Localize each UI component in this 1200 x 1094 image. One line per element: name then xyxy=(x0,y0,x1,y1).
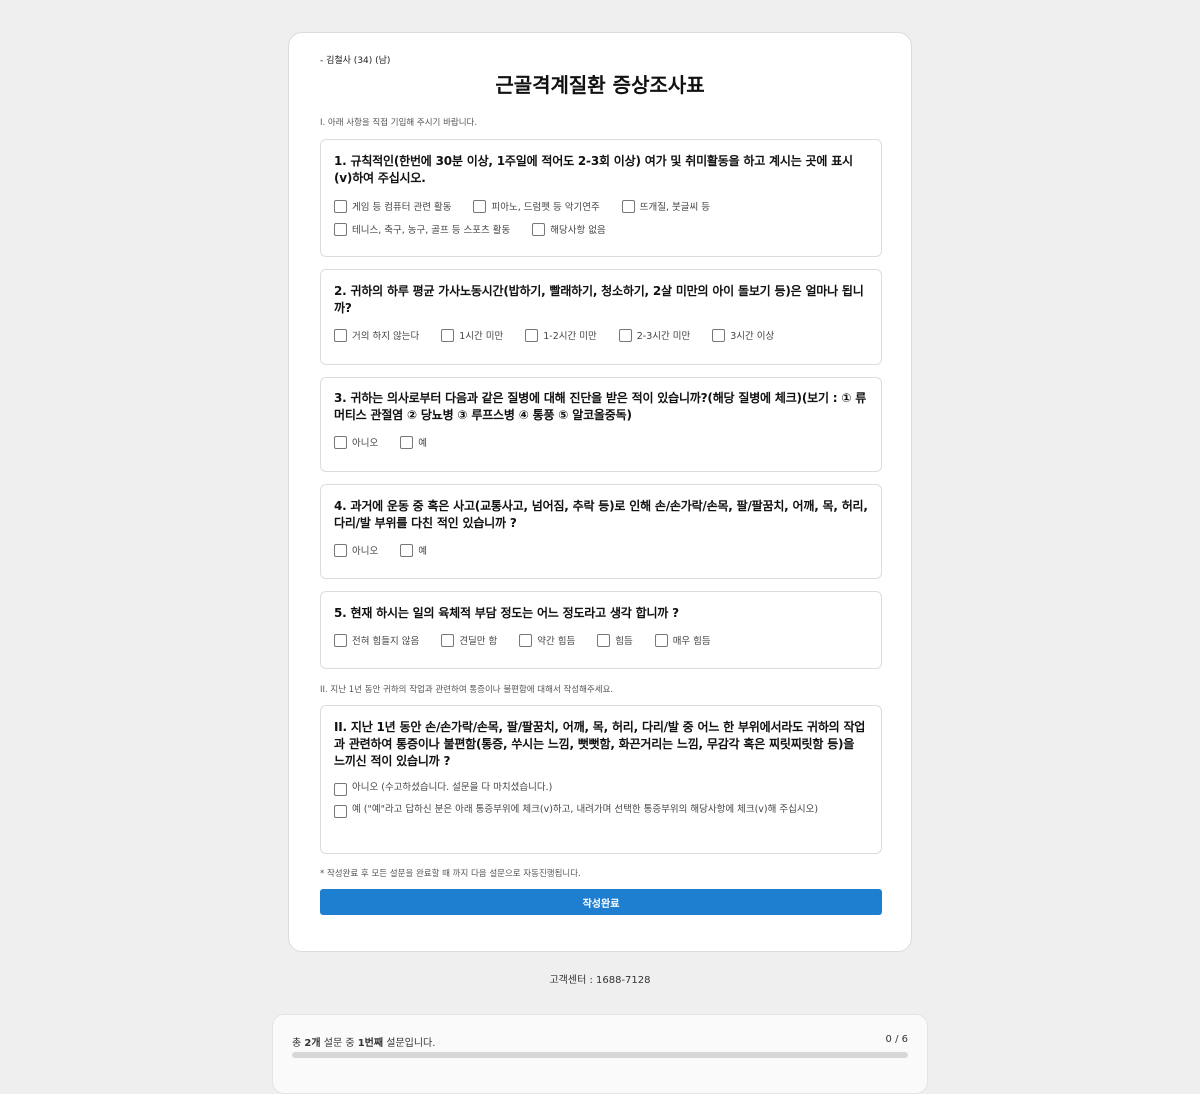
progress-text: 총 2개 설문 중 1번째 설문입니다. xyxy=(292,1038,436,1049)
section2-note: II. 지난 1년 동안 귀하의 작업과 관련하여 통증이나 불편함에 대해서 … xyxy=(320,685,614,695)
q5-option-not-hard[interactable]: 전혀 힘들지 않음 xyxy=(334,633,419,647)
checkbox[interactable] xyxy=(618,328,632,342)
checkbox[interactable] xyxy=(525,328,539,342)
checkbox[interactable] xyxy=(400,543,414,557)
q1-option-sports[interactable]: 테니스, 축구, 농구, 골프 등 스포츠 활동 xyxy=(334,222,510,236)
question-4: 4. 과거에 운동 중 혹은 사고(교통사고, 넘어짐, 추락 등)로 인해 손… xyxy=(320,484,882,579)
section1-note: I. 아래 사항을 직접 기입해 주시기 바랍니다. xyxy=(320,118,478,128)
q2-option-1-2h[interactable]: 1-2시간 미만 xyxy=(525,328,597,342)
question-3-text: 3. 귀하는 의사로부터 다음과 같은 질병에 대해 진단을 받은 적이 있습니… xyxy=(334,391,867,422)
q5-option-hard[interactable]: 힘듬 xyxy=(597,633,633,647)
progress-count: 0 / 6 xyxy=(885,1034,908,1045)
q5-option-very-hard[interactable]: 매우 힘듬 xyxy=(654,633,711,647)
q1-option-knitting[interactable]: 뜨개질, 붓글씨 등 xyxy=(621,199,710,213)
survey-card: - 김철사 (34) (남) 근골격계질환 증상조사표 I. 아래 사항을 직접… xyxy=(288,32,912,952)
q1-option-none[interactable]: 해당사항 없음 xyxy=(532,222,606,236)
question-6-text: II. 지난 1년 동안 손/손가락/손목, 팔/팔꿈치, 어깨, 목, 허리,… xyxy=(334,720,866,768)
checkbox[interactable] xyxy=(473,199,487,213)
question-5-options: 전혀 힘들지 않음 견딜만 함 약간 힘듬 힘듬 매우 힘듬 xyxy=(334,632,868,648)
question-6: II. 지난 1년 동안 손/손가락/손목, 팔/팔꿈치, 어깨, 목, 허리,… xyxy=(320,705,882,854)
submit-button[interactable]: 작성완료 xyxy=(320,889,882,915)
q1-option-computer[interactable]: 게임 등 컴퓨터 관련 활동 xyxy=(334,199,451,213)
progress-bar xyxy=(292,1052,908,1058)
question-1-options: 게임 등 컴퓨터 관련 활동 피아노, 드럼펫 등 악기연주 뜨개질, 붓글씨 … xyxy=(334,198,868,237)
q2-option-over-3h[interactable]: 3시간 이상 xyxy=(712,328,774,342)
q2-option-almost-none[interactable]: 거의 하지 않는다 xyxy=(334,328,419,342)
question-3-options: 아니오 예 xyxy=(334,434,868,450)
q4-option-no[interactable]: 아니오 xyxy=(334,543,378,557)
question-2: 2. 귀하의 하루 평균 가사노동시간(밥하기, 빨래하기, 청소하기, 2살 … xyxy=(320,269,882,365)
checkbox[interactable] xyxy=(532,222,546,236)
checkbox[interactable] xyxy=(334,633,347,647)
question-1-text: 1. 규칙적인(한번에 30분 이상, 1주일에 적어도 2-3회 이상) 여가… xyxy=(334,154,853,185)
checkbox[interactable] xyxy=(334,222,347,236)
question-3: 3. 귀하는 의사로부터 다음과 같은 질병에 대해 진단을 받은 적이 있습니… xyxy=(320,377,882,472)
question-6-options: 아니오 (수고하셨습니다. 설문을 다 마치셨습니다.) 예 ("예"라고 답하… xyxy=(334,782,868,818)
checkbox[interactable] xyxy=(519,633,533,647)
question-5: 5. 현재 하시는 일의 육체적 부담 정도는 어느 정도라고 생각 합니까 ?… xyxy=(320,591,882,669)
q6-option-yes[interactable]: 예 ("예"라고 답하신 분은 아래 통증부위에 체크(v)하고, 내려가며 선… xyxy=(334,804,834,818)
question-2-text: 2. 귀하의 하루 평균 가사노동시간(밥하기, 빨래하기, 청소하기, 2살 … xyxy=(334,284,864,315)
q6-option-no[interactable]: 아니오 (수고하셨습니다. 설문을 다 마치셨습니다.) xyxy=(334,782,868,796)
checkbox[interactable] xyxy=(334,805,347,818)
checkbox[interactable] xyxy=(441,633,455,647)
q4-option-yes[interactable]: 예 xyxy=(400,543,427,557)
checkbox[interactable] xyxy=(597,633,611,647)
checkbox[interactable] xyxy=(334,783,347,796)
checkbox[interactable] xyxy=(400,435,414,449)
customer-center: 고객센터 : 1688-7128 xyxy=(549,975,651,986)
checkbox[interactable] xyxy=(334,543,347,557)
checkbox[interactable] xyxy=(654,633,668,647)
page-title: 근골격계질환 증상조사표 xyxy=(495,73,705,97)
checkbox[interactable] xyxy=(712,328,726,342)
question-2-options: 거의 하지 않는다 1시간 미만 1-2시간 미만 2-3시간 미만 3시간 이… xyxy=(334,327,868,343)
q3-option-yes[interactable]: 예 xyxy=(400,435,427,449)
question-4-options: 아니오 예 xyxy=(334,542,868,558)
question-5-text: 5. 현재 하시는 일의 육체적 부담 정도는 어느 정도라고 생각 합니까 ? xyxy=(334,606,679,620)
progress-panel: 총 2개 설문 중 1번째 설문입니다. 0 / 6 xyxy=(272,1014,928,1094)
q1-option-instrument[interactable]: 피아노, 드럼펫 등 악기연주 xyxy=(473,199,600,213)
checkbox[interactable] xyxy=(441,328,455,342)
q2-option-under-1h[interactable]: 1시간 미만 xyxy=(441,328,503,342)
q5-option-bearable[interactable]: 견딜만 함 xyxy=(441,633,497,647)
question-1: 1. 규칙적인(한번에 30분 이상, 1주일에 적어도 2-3회 이상) 여가… xyxy=(320,139,882,257)
auto-progress-note: * 작성완료 후 모든 설문을 완료할 때 까지 다음 설문으로 자동진행됩니다… xyxy=(320,869,581,879)
q5-option-slightly-hard[interactable]: 약간 힘듬 xyxy=(519,633,575,647)
question-4-text: 4. 과거에 운동 중 혹은 사고(교통사고, 넘어짐, 추락 등)로 인해 손… xyxy=(334,499,868,530)
q2-option-2-3h[interactable]: 2-3시간 미만 xyxy=(618,328,690,342)
checkbox[interactable] xyxy=(334,199,347,213)
patient-info: - 김철사 (34) (남) xyxy=(320,56,391,66)
checkbox[interactable] xyxy=(621,199,635,213)
checkbox[interactable] xyxy=(334,328,347,342)
q3-option-no[interactable]: 아니오 xyxy=(334,435,378,449)
checkbox[interactable] xyxy=(334,435,347,449)
